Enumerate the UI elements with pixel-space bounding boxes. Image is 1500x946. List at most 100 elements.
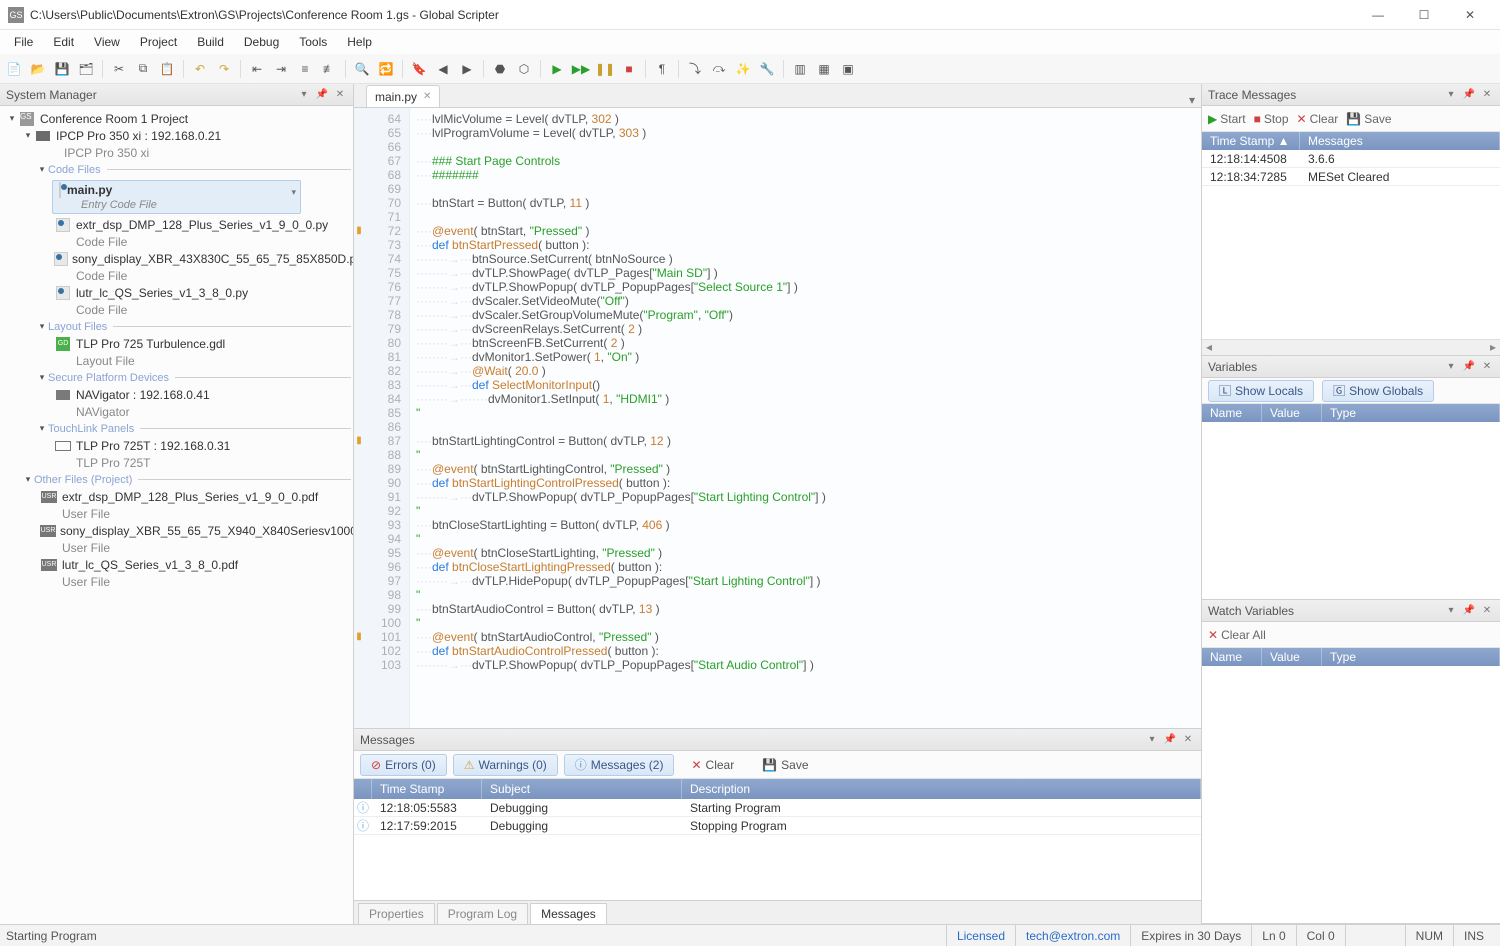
tab-properties[interactable]: Properties — [358, 903, 435, 924]
panel-dropdown-icon[interactable]: ▾ — [1145, 733, 1159, 747]
status-licensed[interactable]: Licensed — [946, 925, 1015, 946]
pause-icon[interactable]: ❚❚ — [595, 59, 615, 79]
dropdown-icon[interactable]: ▾ — [291, 187, 296, 198]
tree-item[interactable]: sony_display_XBR_43X830C_55_65_75_85X850… — [2, 250, 351, 267]
code-content[interactable]: ····lvlMicVolume = Level( dvTLP, 302 ) ·… — [410, 108, 1201, 728]
uncomment-icon[interactable]: ≢ — [319, 59, 339, 79]
save-icon[interactable]: 💾 — [52, 59, 72, 79]
panel-close-icon[interactable]: ✕ — [333, 88, 347, 102]
tree-toggle-icon[interactable]: ▾ — [36, 164, 48, 175]
status-email[interactable]: tech@extron.com — [1015, 925, 1130, 946]
minimize-button[interactable]: — — [1356, 1, 1400, 29]
panel-pin-icon[interactable]: 📌 — [1163, 733, 1177, 747]
tree-toggle-icon[interactable]: ▾ — [36, 321, 48, 332]
tab-program-log[interactable]: Program Log — [437, 903, 528, 924]
trace-clear-button[interactable]: ✕Clear — [1297, 112, 1339, 126]
open-icon[interactable]: 📂 — [28, 59, 48, 79]
col-type[interactable]: Type — [1322, 648, 1500, 666]
table-row[interactable]: 12:18:34:7285 MESet Cleared — [1202, 168, 1500, 186]
comment-icon[interactable]: ≡ — [295, 59, 315, 79]
trace-save-button[interactable]: 💾Save — [1346, 112, 1391, 126]
menu-project[interactable]: Project — [130, 33, 187, 51]
debug-icon[interactable]: ▶▶ — [571, 59, 591, 79]
menu-edit[interactable]: Edit — [43, 33, 84, 51]
maximize-button[interactable]: ☐ — [1402, 1, 1446, 29]
col-subject[interactable]: Subject — [482, 779, 682, 799]
new-icon[interactable]: 📄 — [4, 59, 24, 79]
tree-item[interactable]: lutr_lc_QS_Series_v1_3_8_0.py — [2, 284, 351, 301]
tlp-item[interactable]: TLP Pro 725T : 192.168.0.31 — [76, 439, 230, 453]
paste-icon[interactable]: 📋 — [157, 59, 177, 79]
close-button[interactable]: ✕ — [1448, 1, 1492, 29]
panel1-icon[interactable]: ▥ — [790, 59, 810, 79]
menu-tools[interactable]: Tools — [289, 33, 337, 51]
stop-icon[interactable]: ■ — [619, 59, 639, 79]
panel-pin-icon[interactable]: 📌 — [1462, 88, 1476, 102]
tab-close-icon[interactable]: ✕ — [423, 91, 431, 102]
table-row[interactable]: 12:18:14:4508 3.6.6 — [1202, 150, 1500, 168]
panel-dropdown-icon[interactable]: ▾ — [1444, 88, 1458, 102]
trace-stop-button[interactable]: ■Stop — [1254, 112, 1289, 126]
panel3-icon[interactable]: ▣ — [838, 59, 858, 79]
code-editor[interactable]: ▮ ▮ ▮ 64 65 66 67 68 69 70 71 72 73 74 7… — [354, 108, 1201, 728]
tree-item[interactable]: USR extr_dsp_DMP_128_Plus_Series_v1_9_0_… — [2, 488, 351, 505]
col-description[interactable]: Description — [682, 779, 1201, 799]
breakpoint-icon[interactable]: ⬣ — [490, 59, 510, 79]
project-tree[interactable]: ▾ GS Conference Room 1 Project ▾ IPCP Pr… — [0, 106, 353, 924]
tree-item[interactable]: USR lutr_lc_QS_Series_v1_3_8_0.pdf — [2, 556, 351, 573]
panel-dropdown-icon[interactable]: ▾ — [297, 88, 311, 102]
panel-pin-icon[interactable]: 📌 — [1462, 604, 1476, 618]
editor-tab-main-py[interactable]: main.py ✕ — [366, 85, 440, 107]
bookmark-prev-icon[interactable]: ◀ — [433, 59, 453, 79]
col-value[interactable]: Value — [1262, 404, 1322, 422]
panel-dropdown-icon[interactable]: ▾ — [1444, 360, 1458, 374]
watch-clear-button[interactable]: ✕Clear All — [1208, 628, 1266, 642]
step-over-icon[interactable]: ⤼ — [709, 59, 729, 79]
menu-debug[interactable]: Debug — [234, 33, 289, 51]
tree-item[interactable]: USR sony_display_XBR_55_65_75_X940_X840S… — [2, 522, 351, 539]
tree-item-main-py[interactable]: main.py Entry Code File ▾ — [52, 180, 301, 214]
errors-button[interactable]: ⊘Errors (0) — [360, 754, 447, 776]
copy-icon[interactable]: ⧉ — [133, 59, 153, 79]
clear-button[interactable]: ✕Clear — [680, 754, 745, 776]
step-into-icon[interactable]: ⤵ — [685, 59, 705, 79]
table-row[interactable]: ⓘ 12:18:05:5583 Debugging Starting Progr… — [354, 799, 1201, 817]
tab-overflow-icon[interactable]: ▾ — [1189, 93, 1195, 107]
tree-toggle-icon[interactable]: ▾ — [36, 372, 48, 383]
whitespace-icon[interactable]: ¶ — [652, 59, 672, 79]
bookmark-icon[interactable]: 🔖 — [409, 59, 429, 79]
tree-toggle-icon[interactable]: ▾ — [6, 113, 18, 124]
panel-dropdown-icon[interactable]: ▾ — [1444, 604, 1458, 618]
panel-pin-icon[interactable]: 📌 — [1462, 360, 1476, 374]
find-icon[interactable]: 🔍 — [352, 59, 372, 79]
redo-icon[interactable]: ↷ — [214, 59, 234, 79]
col-value[interactable]: Value — [1262, 648, 1322, 666]
panel-close-icon[interactable]: ✕ — [1181, 733, 1195, 747]
indent-right-icon[interactable]: ⇥ — [271, 59, 291, 79]
layout-file[interactable]: TLP Pro 725 Turbulence.gdl — [76, 337, 225, 351]
tab-messages[interactable]: Messages — [530, 903, 607, 924]
wand-icon[interactable]: ✨ — [733, 59, 753, 79]
replace-icon[interactable]: 🔁 — [376, 59, 396, 79]
col-name[interactable]: Name — [1202, 404, 1262, 422]
breakpoint-clear-icon[interactable]: ⬡ — [514, 59, 534, 79]
menu-file[interactable]: File — [4, 33, 43, 51]
trace-start-button[interactable]: ▶Start — [1208, 112, 1246, 126]
tree-toggle-icon[interactable]: ▾ — [22, 474, 34, 485]
col-timestamp[interactable]: Time Stamp ▲ — [1202, 132, 1300, 150]
tree-item[interactable]: extr_dsp_DMP_128_Plus_Series_v1_9_0_0.py — [2, 216, 351, 233]
tree-toggle-icon[interactable]: ▾ — [22, 130, 34, 141]
device-label[interactable]: IPCP Pro 350 xi : 192.168.0.21 — [56, 129, 221, 143]
panel-close-icon[interactable]: ✕ — [1480, 360, 1494, 374]
panel-close-icon[interactable]: ✕ — [1480, 604, 1494, 618]
table-row[interactable]: ⓘ 12:17:59:2015 Debugging Stopping Progr… — [354, 817, 1201, 835]
run-icon[interactable]: ▶ — [547, 59, 567, 79]
build-icon[interactable]: 🔧 — [757, 59, 777, 79]
project-name[interactable]: Conference Room 1 Project — [40, 112, 188, 126]
col-messages[interactable]: Messages — [1300, 132, 1500, 150]
save-button[interactable]: 💾Save — [751, 754, 819, 776]
col-type[interactable]: Type — [1322, 404, 1500, 422]
indent-left-icon[interactable]: ⇤ — [247, 59, 267, 79]
menu-view[interactable]: View — [84, 33, 130, 51]
save-all-icon[interactable]: 🗂 — [76, 59, 96, 79]
